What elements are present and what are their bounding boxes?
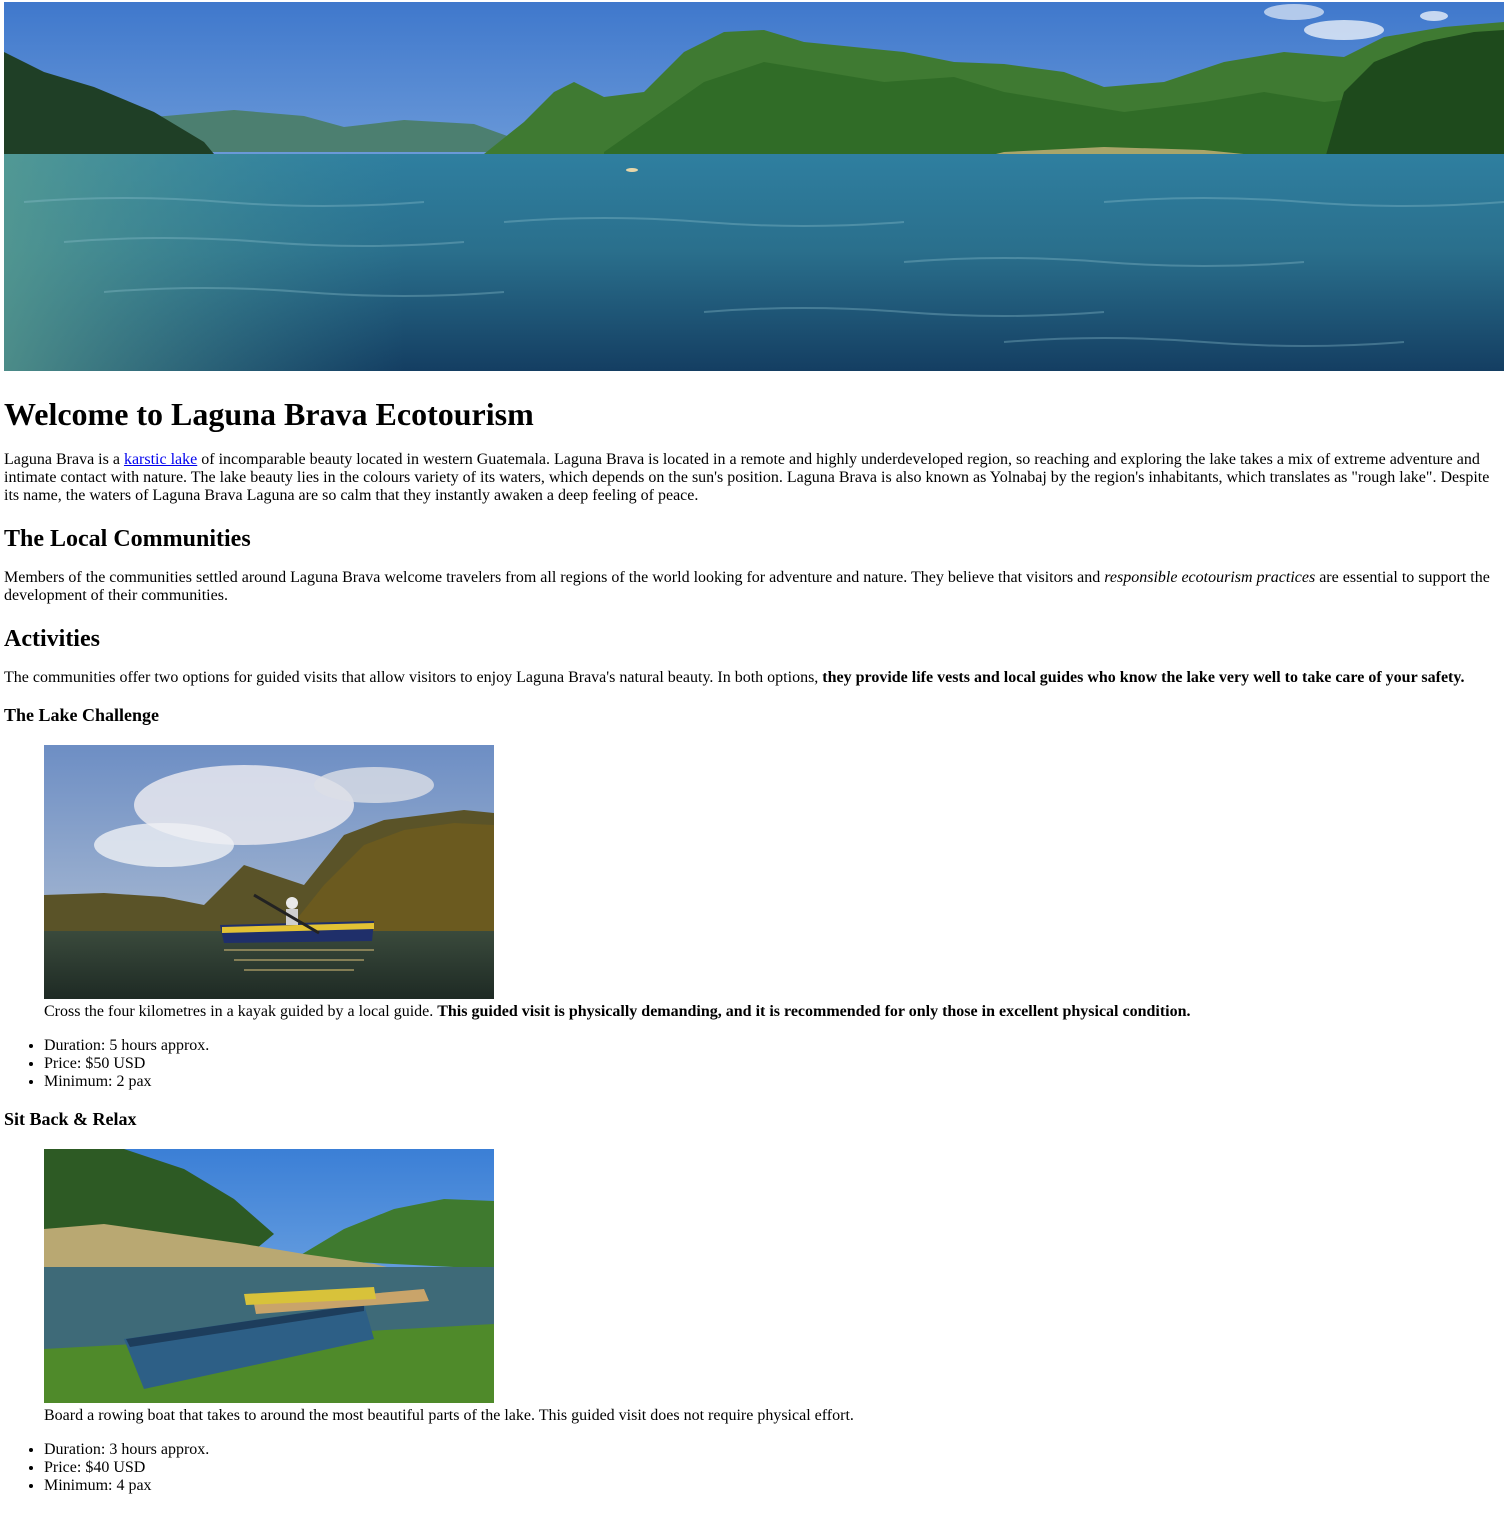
page-content: Welcome to Laguna Brava Ecotourism Lagun…: [0, 2, 1512, 1495]
list-item: Minimum: 4 pax: [44, 1477, 1508, 1495]
communities-emphasis: responsible ecotourism practices: [1104, 569, 1316, 586]
option-heading-lake-challenge: The Lake Challenge: [4, 705, 160, 725]
intro-text-before-link: Laguna Brava is a: [4, 451, 124, 468]
communities-heading: The Local Communities: [4, 526, 251, 552]
sit-back-relax-caption-text: Board a rowing boat that takes to around…: [44, 1407, 854, 1424]
lake-challenge-caption-warning: This guided visit is physically demandin…: [437, 1003, 1191, 1020]
lake-challenge-caption-text: Cross the four kilometres in a kayak gui…: [44, 1003, 438, 1020]
list-item: Duration: 3 hours approx.: [44, 1441, 1508, 1459]
page-title: Welcome to Laguna Brava Ecotourism: [4, 396, 534, 432]
list-item: Price: $40 USD: [44, 1459, 1508, 1477]
sit-back-relax-details-list: Duration: 3 hours approx. Price: $40 USD…: [4, 1441, 1508, 1495]
activities-text-before: The communities offer two options for gu…: [4, 669, 823, 686]
rowing-boat-photo: [44, 1149, 494, 1403]
communities-text-before: Members of the communities settled aroun…: [4, 569, 1105, 586]
list-item: Price: $50 USD: [44, 1055, 1508, 1073]
option-figure-sit-back-relax: Board a rowing boat that takes to around…: [44, 1149, 1508, 1425]
hero-panorama-image: [4, 2, 1504, 371]
intro-paragraph: Laguna Brava is a karstic lake of incomp…: [4, 451, 1508, 505]
intro-text-after-link: of incomparable beauty located in wester…: [4, 451, 1490, 504]
activities-safety-note: they provide life vests and local guides…: [822, 669, 1465, 686]
option-heading-sit-back-relax: Sit Back & Relax: [4, 1109, 137, 1129]
option-figure-lake-challenge: Cross the four kilometres in a kayak gui…: [44, 745, 1508, 1021]
list-item: Minimum: 2 pax: [44, 1073, 1508, 1091]
list-item: Duration: 5 hours approx.: [44, 1037, 1508, 1055]
kayak-photo: [44, 745, 494, 999]
activities-heading: Activities: [4, 626, 100, 652]
karstic-lake-link[interactable]: karstic lake: [124, 451, 197, 468]
sit-back-relax-caption: Board a rowing boat that takes to around…: [44, 1407, 1508, 1425]
lake-challenge-caption: Cross the four kilometres in a kayak gui…: [44, 1003, 1508, 1021]
lake-challenge-details-list: Duration: 5 hours approx. Price: $50 USD…: [4, 1037, 1508, 1091]
activities-paragraph: The communities offer two options for gu…: [4, 669, 1508, 687]
communities-paragraph: Members of the communities settled aroun…: [4, 569, 1508, 605]
